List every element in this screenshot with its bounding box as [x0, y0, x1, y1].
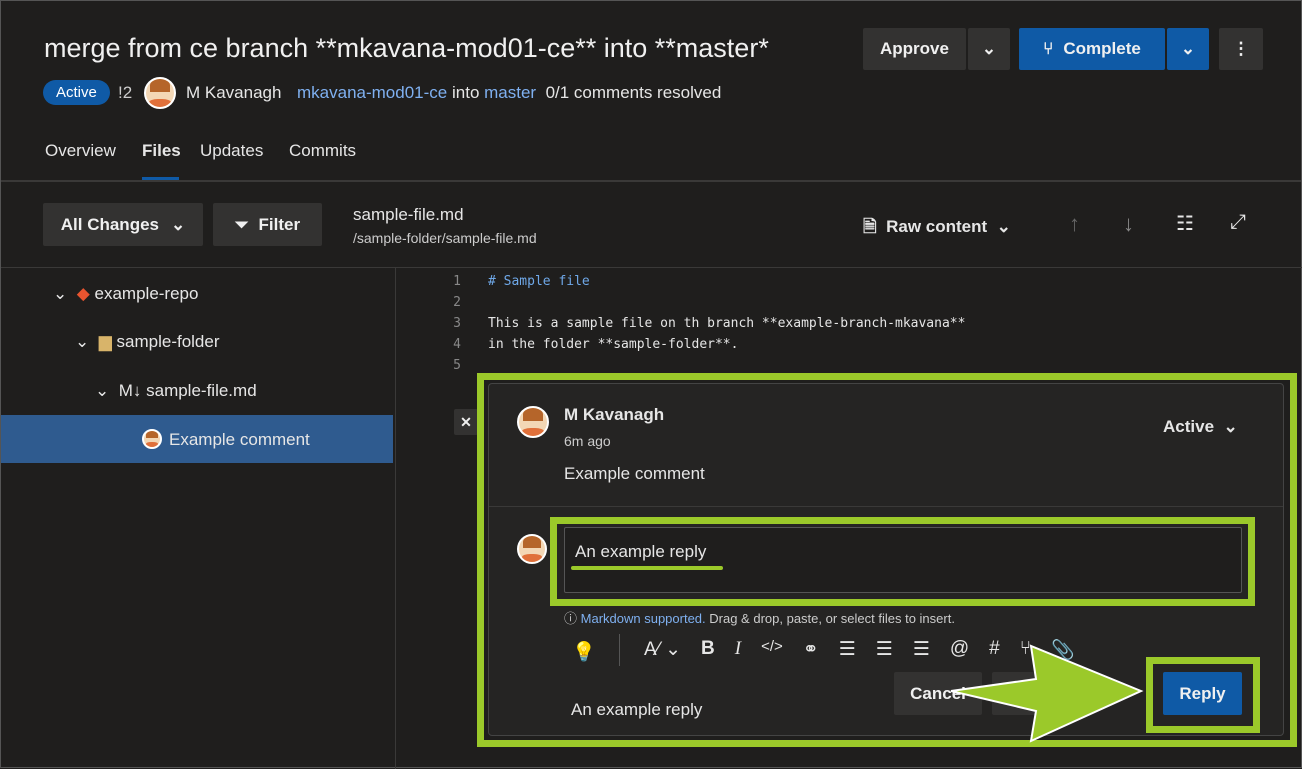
collapse-icon[interactable]: ✕ [454, 409, 478, 435]
tab-overview[interactable]: Overview [45, 141, 116, 161]
code-line: 2 [441, 292, 965, 313]
code-text: This is a sample file on th branch **exa… [488, 316, 966, 331]
raw-content-dropdown[interactable]: 🗎 Raw content ⌄ [863, 214, 1011, 243]
line-number: 3 [453, 316, 461, 331]
file-path: /sample-folder/sample-file.md [353, 230, 537, 246]
tree-item-comment[interactable]: Example comment [1, 415, 393, 463]
filter-label: Filter [258, 214, 301, 234]
line-number: 1 [453, 274, 461, 289]
branch-icon: ⑂ [1043, 39, 1054, 58]
tree-item-folder[interactable]: ⌄ ▆ sample-folder [75, 332, 220, 352]
page-title: merge from ce branch **mkavana-mod01-ce*… [44, 33, 769, 63]
document-icon: 🗎 [863, 217, 877, 236]
tree-item-repo[interactable]: ⌄ ◆ example-repo [53, 284, 198, 304]
code-text: # Sample file [488, 274, 590, 289]
all-changes-dropdown[interactable]: All Changes ⌄ [43, 203, 203, 246]
approve-dropdown-button[interactable]: ⌄ [968, 28, 1010, 70]
code-line: 4 in the folder **sample-folder**. [441, 334, 965, 355]
complete-label: Complete [1063, 39, 1141, 58]
comment-label: Example comment [169, 430, 310, 449]
code-view: 1 # Sample file 2 3 This is a sample file on… [441, 271, 965, 376]
complete-dropdown-button[interactable]: ⌄ [1167, 28, 1209, 70]
tab-files[interactable]: Files [142, 141, 181, 161]
chevron-down-icon: ⌄ [1180, 39, 1196, 58]
iteration-count: !2 [118, 83, 133, 102]
tab-updates[interactable]: Updates [200, 141, 263, 161]
expand-icon[interactable]: ⤢ [1230, 211, 1246, 234]
markdown-icon: M↓ [118, 381, 142, 400]
arrow-annotation-icon [950, 644, 1144, 743]
line-number: 4 [453, 337, 461, 352]
folder-label: sample-folder [116, 332, 220, 351]
comments-resolved: 0/1 comments resolved [545, 83, 722, 102]
input-highlight-box [550, 517, 1255, 606]
source-branch-link[interactable]: mkavana-mod01-ce [297, 83, 447, 102]
approve-button[interactable]: Approve [863, 28, 966, 70]
avatar [142, 429, 162, 449]
all-changes-label: All Changes [60, 214, 159, 234]
chevron-down-icon: ⌄ [996, 217, 1011, 236]
reply-highlight-box [1146, 657, 1260, 733]
settings-sliders-icon[interactable]: ☷ [1176, 211, 1194, 236]
tab-commits[interactable]: Commits [289, 141, 356, 161]
complete-button[interactable]: ⑂ Complete [1019, 28, 1165, 70]
target-branch-link[interactable]: master [484, 83, 536, 102]
file-label: sample-file.md [146, 381, 257, 400]
arrow-up-icon[interactable]: ↑ [1069, 211, 1080, 237]
divider [1, 180, 1301, 182]
folder-icon: ▆ [98, 332, 112, 351]
git-icon: ◆ [76, 284, 90, 303]
line-number: 5 [453, 358, 461, 373]
filter-icon: ⏷ [234, 214, 249, 234]
raw-content-label: Raw content [886, 217, 988, 236]
arrow-down-icon[interactable]: ↓ [1123, 211, 1134, 237]
code-line: 3 This is a sample file on th branch **ex… [441, 313, 965, 334]
status-badge: Active [43, 80, 110, 105]
more-vertical-icon: ⋮ [1232, 39, 1250, 58]
avatar [144, 77, 176, 109]
more-options-button[interactable]: ⋮ [1219, 28, 1263, 70]
file-name: sample-file.md [353, 205, 464, 224]
line-number: 2 [453, 295, 461, 310]
chevron-down-icon: ⌄ [171, 214, 186, 234]
tree-item-file[interactable]: ⌄ M↓ sample-file.md [95, 381, 257, 401]
author-name: M Kavanagh [186, 83, 282, 102]
filter-button[interactable]: ⏷ Filter [213, 203, 322, 246]
into-text: into [451, 83, 480, 102]
repo-label: example-repo [94, 284, 199, 303]
code-line: 1 # Sample file [441, 271, 965, 292]
code-text: in the folder **sample-folder**. [488, 337, 739, 352]
chevron-down-icon: ⌄ [981, 39, 997, 58]
